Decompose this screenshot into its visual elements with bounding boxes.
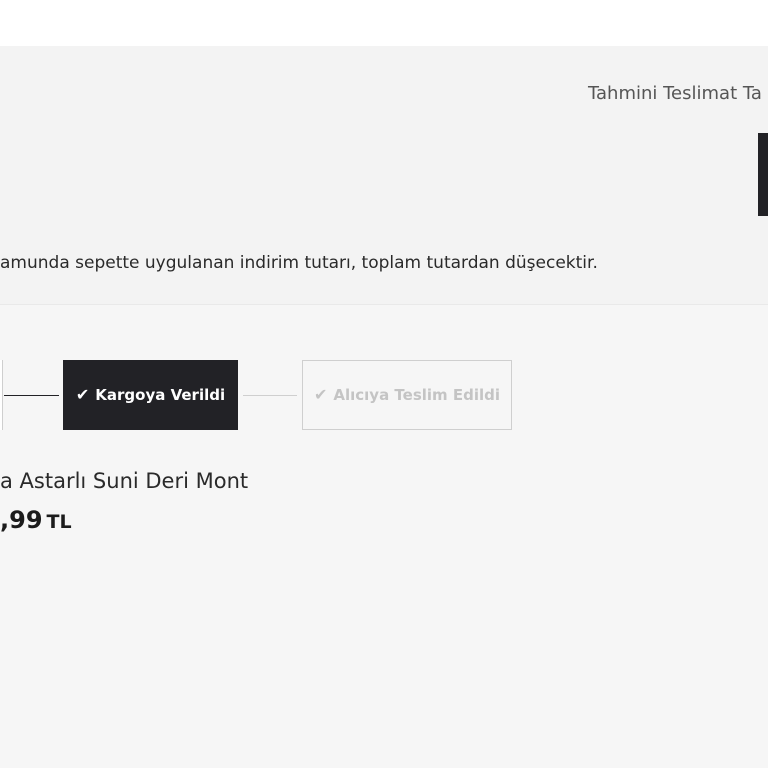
price-amount: ,99 <box>0 506 43 534</box>
discount-notice: amunda sepette uygulanan indirim tutarı,… <box>0 253 598 273</box>
step-label: Alıcıya Teslim Edildi <box>333 386 501 404</box>
delivery-estimate-label: Tahmini Teslimat Ta <box>588 83 762 104</box>
order-detail-page: Tahmini Teslimat Ta amunda sepette uygul… <box>0 0 768 768</box>
price-currency: TL <box>46 511 72 533</box>
product-name[interactable]: a Astarlı Suni Deri Mont <box>0 467 248 495</box>
step-kargoya-verildi: ✔ Kargoya Verildi <box>63 360 238 430</box>
check-icon: ✔ <box>75 385 90 404</box>
product-price: ,99 TL <box>0 503 72 540</box>
previous-step-edge <box>0 360 3 430</box>
order-action-button[interactable] <box>758 133 768 216</box>
step-aliciya-teslim-edildi: ✔ Alıcıya Teslim Edildi <box>302 360 512 430</box>
check-icon: ✔ <box>313 385 328 404</box>
step-label: Kargoya Verildi <box>95 386 226 404</box>
step-connector-completed <box>4 395 59 396</box>
top-spacer <box>0 0 768 46</box>
step-connector-pending <box>243 395 297 396</box>
